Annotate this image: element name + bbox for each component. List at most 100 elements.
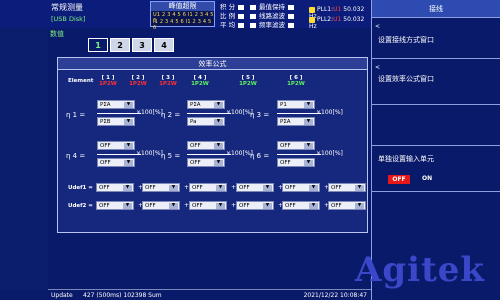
udef2-term-6-select[interactable]: OFF ▼ [328,201,366,210]
softkey-wiring-window[interactable]: < 设置接线方式窗口 [372,19,500,59]
chevron-down-icon: ▼ [214,143,223,149]
chevron-down-icon: ▼ [309,203,318,209]
eta5-denominator-select[interactable]: OFF ▼ [187,158,225,167]
chevron-down-icon: ▼ [309,185,318,191]
eta3-numerator-select[interactable]: P1 ▼ [277,100,315,109]
chevron-down-icon: ▼ [169,185,178,191]
element-label: Element [68,78,94,84]
page-tab-1[interactable]: 1 [88,38,108,52]
chevron-down-icon: ▼ [123,203,132,209]
fraction-line [187,113,231,114]
chevron-down-icon: ▼ [124,119,133,125]
status-bar: Update 427 (500ms) 102398 Sum 2021/12/22… [48,289,371,300]
chevron-down-icon: ▼ [355,185,364,191]
udef1-term-2-select[interactable]: OFF ▼ [142,183,180,192]
chevron-down-icon: ▼ [124,102,133,108]
chevron-down-icon: ▼ [214,119,223,125]
udef2-term-4-select[interactable]: OFF ▼ [236,201,274,210]
element-column-1: [ 1 ] 1P2W [99,75,117,87]
chevron-down-icon: ▼ [263,185,272,191]
udef2-term-1-select[interactable]: OFF ▼ [96,201,134,210]
status-datetime: 2021/12/22 10:08:47 [303,292,367,299]
chevron-down-icon: ▼ [304,119,313,125]
pll1-led [309,6,315,13]
brand-logo: Agitek [355,250,485,290]
eta5-percent-factor: ×100[%] [226,150,253,157]
chevron-down-icon: ▼ [124,143,133,149]
udef1-term-3-select[interactable]: OFF ▼ [189,183,227,192]
storage-indicator: [USB Disk] [51,15,86,23]
status-update-label: Update [51,292,73,299]
chevron-left-icon: < [375,23,381,30]
udef1-term-4-select[interactable]: OFF ▼ [236,183,274,192]
chevron-down-icon: ▼ [124,160,133,166]
pll2-led [309,16,315,23]
page-tab-2[interactable]: 2 [110,38,130,52]
page-tab-3[interactable]: 3 [132,38,152,52]
eta5-numerator-select[interactable]: OFF ▼ [187,141,225,150]
peak-overrange-row: I1 2 3 4 5 6 I1 2 3 4 5 6 [153,19,212,31]
eta6-label: η 6 = [250,152,270,160]
eta6-numerator-select[interactable]: OFF ▼ [277,141,315,150]
udef1-term-5-select[interactable]: OFF ▼ [282,183,320,192]
pll2-readout: PLL2:U1 50.032 Hz [309,16,365,30]
eta1-numerator-select[interactable]: PΣA ▼ [97,100,135,109]
softkey-blank[interactable] [372,106,500,146]
udef2-term-3-select[interactable]: OFF ▼ [189,201,227,210]
element-column-3: [ 3 ] 1P2W [159,75,177,87]
mode-title: 常规测量 [51,3,83,12]
eta1-denominator-select[interactable]: PΣB ▼ [97,117,135,126]
chevron-down-icon: ▼ [169,203,178,209]
element-column-5: [ 5 ] 1P2W [239,75,257,87]
chevron-down-icon: ▼ [214,102,223,108]
udef1-term-6-select[interactable]: OFF ▼ [328,183,366,192]
toggle-off-option[interactable]: OFF [388,175,410,184]
dialog-title: 效率公式 [58,58,367,70]
fraction-line [277,154,321,155]
eta4-numerator-select[interactable]: OFF ▼ [97,141,135,150]
numeric-label: 数值 [50,30,64,38]
chevron-left-icon: < [375,64,381,71]
eta2-percent-factor: ×100[%] [226,109,253,116]
softkey-independent-input[interactable]: 单独设置输入单元 OFF ON [372,147,500,192]
element-column-6: [ 6 ] 1P2W [287,75,305,87]
chevron-down-icon: ▼ [304,102,313,108]
eta3-denominator-select[interactable]: PΣA ▼ [277,117,315,126]
eta2-label: η 2 = [161,111,181,119]
header-bar: 常规测量 [USB Disk] 峰值超限 U1 2 3 4 5 6 I1 2 3… [0,0,371,31]
eta2-numerator-select[interactable]: PΣA ▼ [187,100,225,109]
page-tabs: 1 2 3 4 [88,38,174,52]
toggle-on-option[interactable]: ON [422,175,432,182]
left-strip [0,28,48,290]
eta4-denominator-select[interactable]: OFF ▼ [97,158,135,167]
chevron-down-icon: ▼ [263,203,272,209]
udef2-term-5-select[interactable]: OFF ▼ [282,201,320,210]
udef1-term-1-select[interactable]: OFF ▼ [96,183,134,192]
fraction-line [97,113,141,114]
chevron-down-icon: ▼ [304,143,313,149]
chevron-down-icon: ▼ [355,203,364,209]
eta6-percent-factor: ×100[%] [316,150,343,157]
element-column-2: [ 2 ] 1P2W [129,75,147,87]
peak-overrange-title: 峰值超限 [151,2,214,11]
status-update-info: 427 (500ms) 102398 Sum [83,292,162,299]
softkey-efficiency-window[interactable]: < 设置效率公式窗口 [372,60,500,105]
fraction-line [277,113,321,114]
eta1-percent-factor: ×100[%] [136,109,163,116]
averaging-status: 平 均 [220,19,245,29]
page-tab-4[interactable]: 4 [154,38,174,52]
chevron-down-icon: ▼ [216,185,225,191]
peak-overrange-indicator: 峰值超限 U1 2 3 4 5 6 I1 2 3 4 5 6 I1 2 3 4 … [150,1,215,31]
softkey-menu-title: 接线 [372,0,500,18]
eta6-denominator-select[interactable]: OFF ▼ [277,158,315,167]
udef2-term-2-select[interactable]: OFF ▼ [142,201,180,210]
udef1-label: Udef1 = [68,185,93,191]
eta3-percent-factor: ×100[%] [316,109,343,116]
udef2-label: Udef2 = [68,203,93,209]
chevron-down-icon: ▼ [214,160,223,166]
chevron-down-icon: ▼ [304,160,313,166]
eta2-denominator-select[interactable]: Pa ▼ [187,117,225,126]
eta4-label: η 4 = [66,152,86,160]
eta1-label: η 1 = [66,111,86,119]
freq-filter-status: 频率滤波 [250,19,294,29]
